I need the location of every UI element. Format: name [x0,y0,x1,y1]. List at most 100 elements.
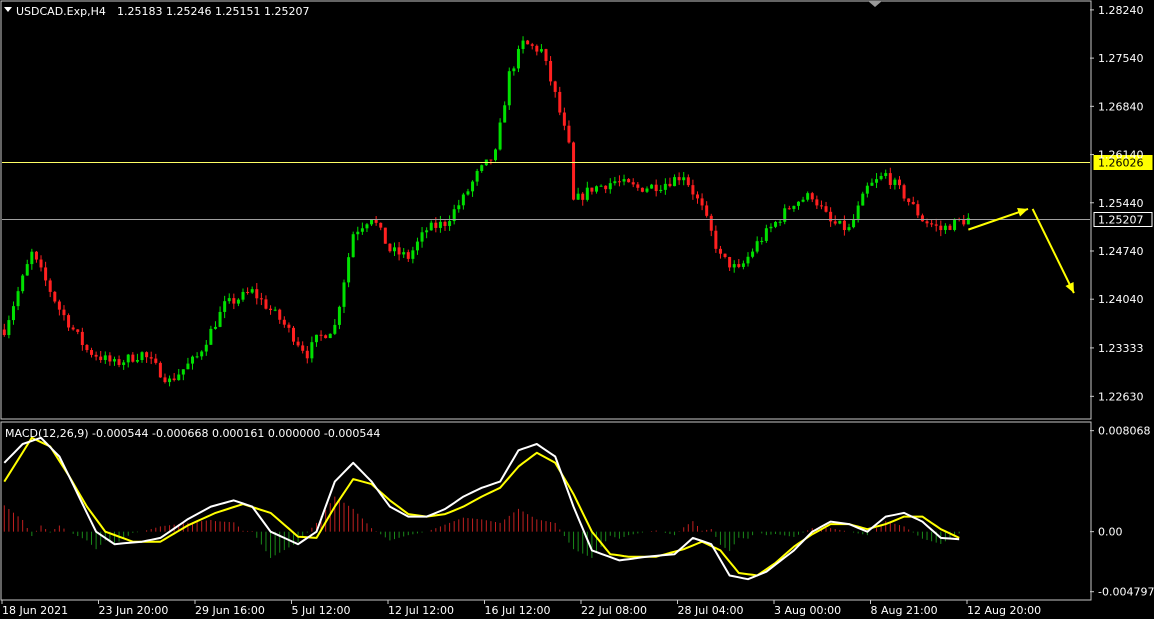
candle-body [67,315,71,328]
candle-body [122,362,126,365]
candle-body [705,205,709,216]
candle-body [480,165,484,171]
candle-body [425,230,429,233]
candle-body [604,185,608,190]
candle-body [494,149,498,161]
candle-body [314,334,318,343]
candle-body [448,221,452,226]
candle-body [925,221,929,224]
candle-body [677,177,681,181]
candle-body [278,309,282,320]
candle-body [636,184,640,188]
time-tick-label: 18 Jun 2021 [2,604,68,617]
candle-body [856,205,860,219]
candle-body [535,45,539,52]
candle-body [360,228,364,232]
candle-body [62,309,66,316]
price-tick-label: 1.28240 [1098,4,1144,17]
candle-body [852,218,856,228]
symbol-label: USDCAD.Exp,H4 [16,5,106,18]
candle-body [732,264,736,268]
time-tick-label: 12 Jul 12:00 [388,604,454,617]
candle-body [76,329,80,332]
candle-body [622,179,626,182]
price-tick-label: 1.27540 [1098,52,1144,65]
candle-body [590,187,594,192]
candle-body [806,193,810,200]
price-tick-label: 1.25440 [1098,197,1144,210]
candle-body [108,355,112,362]
candle-body [645,188,649,192]
candle-body [842,220,846,231]
candle-body [934,224,938,226]
candle-body [200,351,204,357]
candle-body [769,226,773,229]
candle-body [888,173,892,185]
candle-body [269,308,273,311]
candle-body [7,320,11,336]
time-tick-label: 12 Aug 20:00 [967,604,1041,617]
time-tick-label: 8 Aug 21:00 [871,604,938,617]
candle-body [11,306,15,321]
candle-body [149,357,153,359]
time-tick-label: 16 Jul 12:00 [485,604,551,617]
candle-body [751,251,755,257]
candle-body [599,185,603,187]
candle-body [241,291,245,300]
candle-body [943,225,947,231]
candle-body [103,355,107,361]
candle-body [489,159,493,161]
candle-body [801,199,805,202]
candle-body [457,205,461,210]
candle-body [778,221,782,223]
candle-body [168,378,172,383]
candle-body [893,179,897,185]
candle-body [631,182,635,185]
candle-body [301,345,305,351]
candle-body [177,374,181,381]
candle-body [112,359,116,362]
candle-body [227,298,231,302]
candle-body [154,358,158,363]
trading-chart[interactable]: 1.260261.25207 1.282401.275401.268401.26… [0,0,1154,619]
candle-body [57,301,61,310]
candle-body [310,342,314,359]
price-tick-label: 1.22630 [1098,390,1144,403]
candle-body [558,91,562,113]
candle-body [617,181,621,183]
candle-body [953,218,957,230]
candle-body [861,193,865,206]
candle-body [292,327,296,342]
candle-body [53,291,57,302]
candle-body [640,187,644,192]
candle-body [948,225,952,230]
candle-body [16,291,20,307]
candle-body [443,221,447,226]
candle-body [939,225,943,231]
candle-body [333,324,337,334]
macd-tick-label: -0.004797 [1098,586,1154,599]
candle-body [186,363,190,370]
candle-body [627,179,631,183]
candle-body [402,252,406,255]
candle-body [562,112,566,126]
candle-body [181,369,185,375]
candle-body [324,335,328,339]
candle-body [365,224,369,229]
candle-body [44,267,48,281]
candle-body [714,230,718,249]
candle-body [553,81,557,92]
candle-body [30,251,34,265]
price-tick-label: 1.24040 [1098,293,1144,306]
candle-body [236,299,240,304]
candle-body [810,193,814,200]
candle-body [911,201,915,205]
candle-body [305,350,309,359]
candle-body [902,185,906,199]
candle-body [126,354,130,363]
time-tick-label: 22 Jul 08:00 [581,604,647,617]
candle-body [884,173,888,176]
candle-body [526,40,530,45]
candle-body [930,223,934,225]
price-tick-label: 1.26840 [1098,100,1144,113]
